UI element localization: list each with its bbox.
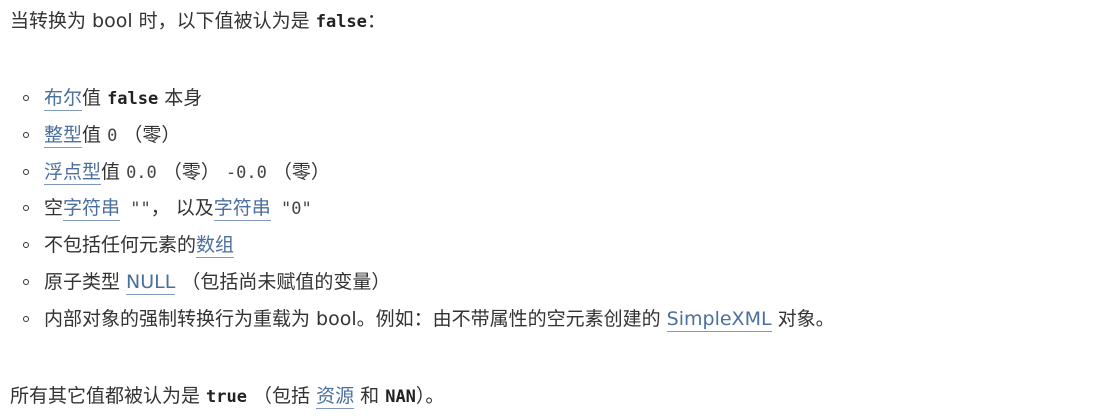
string-link-2[interactable]: 字符串 — [213, 197, 271, 222]
false-keyword: false — [315, 12, 367, 32]
bullet-icon — [23, 131, 29, 138]
zero-string-literal: "0" — [270, 199, 312, 220]
bullet-icon — [23, 315, 29, 322]
list-item-null: 原子类型 NULL （包括尚未赋值的变量） — [10, 264, 835, 301]
intro-text: 当转换为 bool 时，以下值被认为是 — [10, 10, 316, 32]
intro-colon: ： — [366, 10, 386, 32]
negative-zero-literal: -0.0 — [225, 162, 267, 183]
bullet-icon — [23, 168, 29, 175]
bullet-icon — [23, 278, 29, 285]
nan-keyword: NAN — [385, 387, 416, 407]
list-item-boolean: 布尔值 false 本身 — [10, 80, 835, 117]
list-item-array: 不包括任何元素的数组 — [10, 227, 835, 264]
list-item-integer: 整型值 0 （零） — [10, 117, 835, 154]
resource-link[interactable]: 资源 — [316, 385, 355, 409]
intro-paragraph: 当转换为 bool 时，以下值被认为是 false： — [10, 4, 386, 39]
false-literal: false — [107, 89, 159, 109]
bullet-icon — [23, 95, 29, 101]
true-keyword: true — [206, 387, 247, 407]
simplexml-link[interactable]: SimpleXML — [666, 307, 772, 332]
boolean-link[interactable]: 布尔 — [44, 87, 83, 111]
zero-literal: 0 — [107, 125, 118, 146]
empty-string-literal: "" — [120, 199, 151, 220]
null-link[interactable]: NULL — [126, 270, 176, 295]
falsy-values-list: 布尔值 false 本身 整型值 0 （零） 浮点型值 0.0 （零） -0.0… — [10, 80, 835, 338]
float-link[interactable]: 浮点型 — [44, 160, 102, 185]
integer-link[interactable]: 整型 — [44, 123, 83, 148]
array-link[interactable]: 数组 — [196, 234, 235, 259]
list-item-float: 浮点型值 0.0 （零） -0.0 （零） — [10, 154, 835, 191]
list-item-simplexml: 内部对象的强制转换行为重载为 bool。例如：由不带属性的空元素创建的 Simp… — [10, 301, 835, 338]
bullet-icon — [23, 205, 29, 212]
outro-paragraph: 所有其它值都被认为是 true （包括 资源 和 NAN）。 — [10, 385, 445, 409]
float-zero-literal: 0.0 — [126, 162, 157, 183]
bullet-icon — [23, 242, 29, 249]
list-item-string: 空字符串 ""， 以及字符串 "0" — [10, 190, 835, 227]
string-link[interactable]: 字符串 — [63, 197, 121, 222]
